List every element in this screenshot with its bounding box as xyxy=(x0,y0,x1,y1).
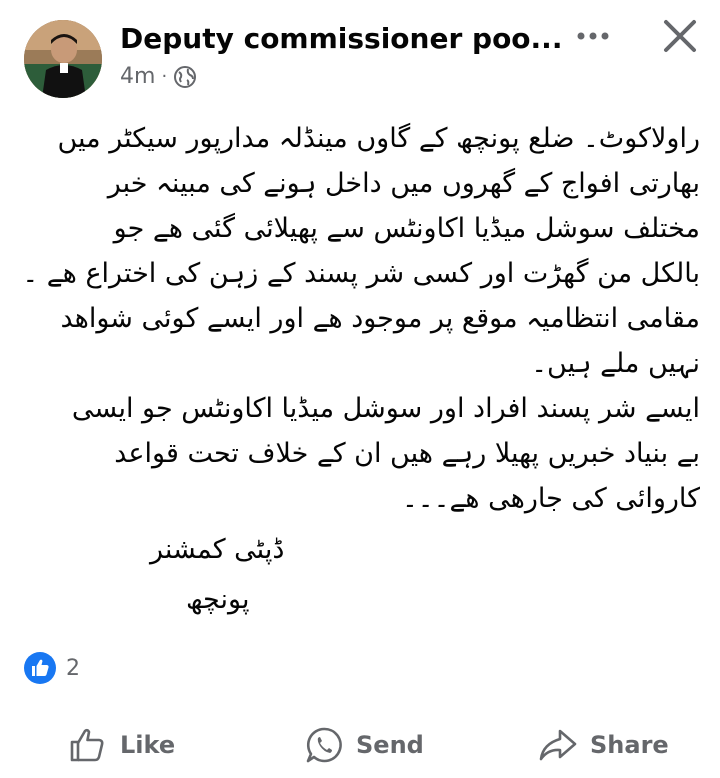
post-body-line: نہیں ملے ہیں۔ xyxy=(531,348,700,379)
post-body-line: مقامی انتظامیہ موقع پر موجود ھے اور ایسے… xyxy=(60,303,700,334)
close-icon[interactable] xyxy=(656,12,704,60)
post-time[interactable]: 4m xyxy=(120,64,155,89)
share-label: Share xyxy=(590,731,669,759)
post-body-line: راولاکوٹ۔ ضلع پونچھ کے گاوں مینڈلہ مدارپ… xyxy=(57,123,700,154)
more-dots-icon[interactable] xyxy=(568,18,618,54)
meta-separator: · xyxy=(161,66,168,87)
like-label: Like xyxy=(120,731,176,759)
signature-place: پونچھ xyxy=(186,584,250,615)
author-name[interactable]: Deputy commissioner poo... xyxy=(120,22,562,55)
author-avatar[interactable] xyxy=(24,20,102,98)
post-body-line: مختلف سوشل میڈیا اکاونٹس سے پھیلائی گئی … xyxy=(113,213,700,244)
post-body-line: کاروائی کی جارھی ھے۔۔۔ xyxy=(401,483,700,514)
post-header: Deputy commissioner poo... 4m · xyxy=(0,0,720,110)
like-button[interactable]: Like xyxy=(68,715,175,775)
globe-icon[interactable] xyxy=(173,65,197,89)
post-body-line: بالکل من گھڑت اور کسی شر پسند کے زہن کی … xyxy=(22,258,700,289)
send-label: Send xyxy=(356,731,424,759)
post-body-line: ایسے شر پسند افراد اور سوشل میڈیا اکاونٹ… xyxy=(71,393,700,424)
signature-title: ڈپٹی کمشنر xyxy=(150,534,285,565)
post-meta: 4m · xyxy=(120,64,197,89)
send-button[interactable]: Send xyxy=(304,715,424,775)
reaction-count: 2 xyxy=(66,655,80,681)
share-arrow-icon xyxy=(539,729,577,761)
thumbs-up-icon xyxy=(70,728,104,762)
whatsapp-icon xyxy=(306,727,342,763)
post-actions-bar: Like Send Share xyxy=(0,715,720,775)
share-button[interactable]: Share xyxy=(538,715,669,775)
like-reaction-icon xyxy=(24,652,56,684)
post-body-line: بھارتی افواج کے گھروں میں داخل ہونے کی م… xyxy=(107,168,700,199)
post-body-line: بے بنیاد خبریں پھیلا رہے ھیں ان کے خلاف … xyxy=(114,438,700,469)
reactions-summary[interactable]: 2 xyxy=(24,652,80,684)
avatar-photo xyxy=(24,20,102,98)
post-body: راولاکوٹ۔ ضلع پونچھ کے گاوں مینڈلہ مدارپ… xyxy=(20,116,700,521)
